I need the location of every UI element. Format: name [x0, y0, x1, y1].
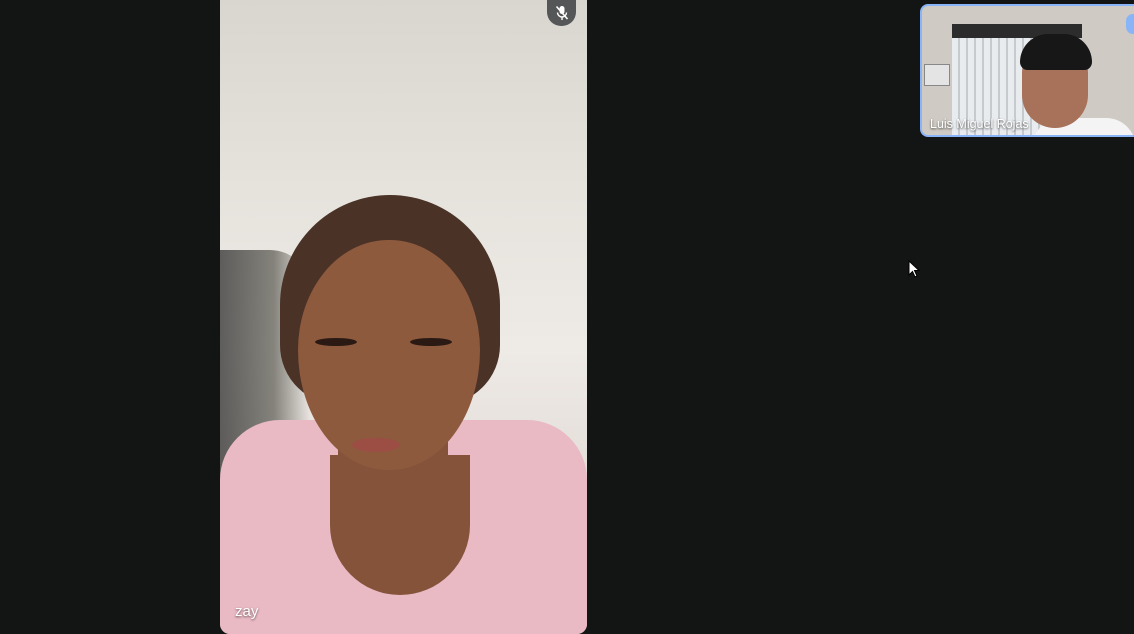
participant-eye-left: [315, 338, 357, 346]
air-conditioner: [924, 64, 950, 86]
participant-eye-right: [410, 338, 452, 346]
participant-mouth: [352, 438, 400, 452]
mouse-cursor-icon: [908, 259, 921, 283]
mic-off-icon: [547, 0, 576, 26]
self-name-label: Luis Miguel Rojas: [930, 117, 1029, 131]
self-view-tile[interactable]: Luis Miguel Rojas: [920, 4, 1134, 137]
self-view-menu-button[interactable]: [1126, 14, 1134, 34]
main-participant-tile[interactable]: [220, 0, 587, 634]
participant-name-label: zay: [235, 603, 259, 620]
participant-face: [298, 240, 480, 470]
self-hair: [1020, 34, 1092, 70]
participant-collar: [330, 455, 470, 595]
